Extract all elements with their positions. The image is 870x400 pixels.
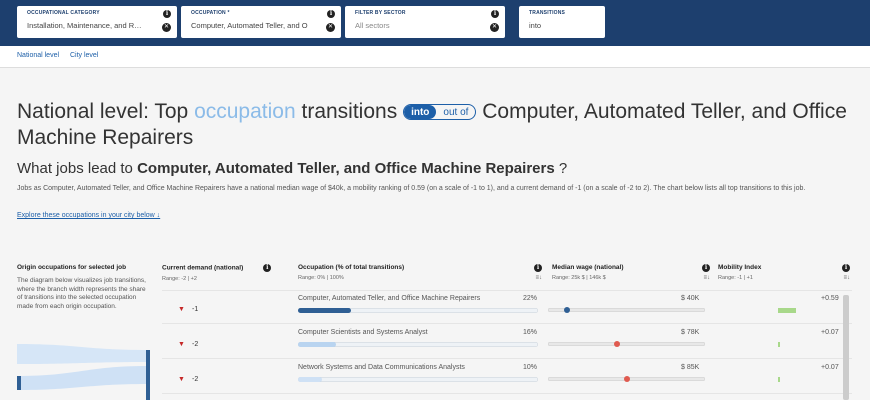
- category-filter-label: OCCUPATIONAL CATEGORY: [27, 10, 100, 16]
- mobility-value: +0.07: [821, 364, 839, 371]
- category-filter-value[interactable]: Installation, Maintenance, and Repa: [27, 21, 145, 30]
- mobility-value: +0.07: [821, 329, 839, 336]
- occupation-name[interactable]: Computer, Automated Teller, and Office M…: [298, 295, 480, 302]
- sankey-branch: [17, 344, 147, 364]
- wage-value: $ 78K: [681, 329, 700, 336]
- clear-icon[interactable]: ✕: [490, 23, 499, 32]
- mobility-column-title: Mobility Index: [718, 264, 762, 271]
- sector-filter-placeholder[interactable]: All sectors: [355, 21, 473, 30]
- occupation-name[interactable]: Network Systems and Data Communications …: [298, 364, 465, 371]
- wage-column-header: Median wage (national) i Range: 25k $ | 1…: [552, 264, 712, 281]
- transition-share: 10%: [523, 364, 538, 371]
- mobility-value: +0.59: [821, 295, 839, 302]
- info-icon[interactable]: i: [163, 10, 171, 18]
- sector-filter-label: FILTER BY SECTOR: [355, 10, 406, 16]
- occupation-column-range: Range: 0% | 100%: [298, 275, 344, 281]
- occupation-column-title: Occupation (% of total transitions): [298, 264, 405, 271]
- table-row[interactable]: ▼ -2 Computer Scientists and Systems Ana…: [162, 325, 852, 359]
- wage-bar: [548, 307, 705, 313]
- sankey-node: [17, 376, 21, 390]
- sort-icon[interactable]: ≡↓: [843, 275, 850, 281]
- transition-share: 22%: [523, 295, 538, 302]
- demand-down-icon: ▼: [178, 376, 185, 383]
- wage-value: $ 85K: [681, 364, 700, 371]
- transition-share: 16%: [523, 329, 538, 336]
- category-filter[interactable]: OCCUPATIONAL CATEGORY Installation, Main…: [17, 6, 177, 38]
- wage-marker: [614, 341, 621, 347]
- origin-panel: Origin occupations for selected job The …: [17, 264, 152, 311]
- share-bar: [298, 342, 538, 347]
- sankey-diagram: [17, 344, 150, 400]
- wage-column-title: Median wage (national): [552, 264, 624, 271]
- wage-marker: [623, 376, 630, 382]
- sort-icon[interactable]: ≡↓: [703, 275, 710, 281]
- origin-panel-text: The diagram below visualizes job transit…: [17, 277, 146, 310]
- demand-down-icon: ▼: [178, 341, 185, 348]
- share-bar-fill: [298, 308, 351, 313]
- share-bar-fill: [298, 377, 322, 382]
- mobility-bar: [778, 377, 781, 382]
- info-icon[interactable]: i: [263, 264, 272, 272]
- title-mid: transitions: [301, 100, 398, 123]
- wage-value: $ 40K: [681, 295, 700, 302]
- transitions-filter-value[interactable]: into: [529, 21, 599, 30]
- national-level-link[interactable]: National level: [17, 52, 59, 59]
- demand-column-header: Current demand (national) i Range: -2 | +…: [162, 264, 274, 282]
- demand-value: -2: [192, 376, 199, 383]
- transitions-filter-label: TRANSITIONS: [529, 10, 566, 16]
- page-title: National level: Top occupation transitio…: [17, 99, 857, 151]
- occupation-name[interactable]: Computer Scientists and Systems Analyst: [298, 329, 428, 336]
- sort-icon[interactable]: ≡↓: [535, 275, 542, 281]
- table-row[interactable]: ▼ -1 Computer, Automated Teller, and Off…: [162, 290, 852, 324]
- wage-column-range: Range: 25k $ | 146k $: [552, 275, 606, 281]
- wage-bar: [548, 376, 705, 382]
- clear-icon[interactable]: ✕: [326, 23, 335, 32]
- occupation-filter-value[interactable]: Computer, Automated Teller, and O: [191, 21, 309, 30]
- share-bar: [298, 308, 538, 313]
- transitions-filter[interactable]: TRANSITIONS into: [519, 6, 605, 38]
- table-row[interactable]: ▼ -2 Network Systems and Data Communicat…: [162, 360, 852, 394]
- direction-toggle[interactable]: into out of: [403, 104, 477, 120]
- clear-icon[interactable]: ✕: [162, 23, 171, 32]
- mobility-bar: [778, 308, 796, 313]
- sankey-node: [146, 350, 150, 400]
- level-nav: National level City level: [0, 46, 870, 68]
- demand-value: -2: [192, 341, 199, 348]
- filter-bar: OCCUPATIONAL CATEGORY Installation, Main…: [0, 0, 870, 46]
- title-highlight: occupation: [194, 100, 296, 123]
- wage-bar: [548, 341, 705, 347]
- origin-panel-title: Origin occupations for selected job: [17, 264, 127, 271]
- subheading-prefix: What jobs lead to: [17, 160, 133, 177]
- demand-value: -1: [192, 306, 199, 313]
- info-icon[interactable]: i: [534, 264, 542, 272]
- wage-marker: [563, 307, 570, 313]
- subheading-occupation: Computer, Automated Teller, and Office M…: [137, 160, 555, 177]
- mobility-column-header: Mobility Index i Range: -1 | +1 ≡↓: [718, 264, 852, 281]
- toggle-into[interactable]: into: [404, 105, 437, 119]
- explore-city-link[interactable]: Explore these occupations in your city b…: [17, 212, 160, 219]
- demand-column-range: Range: -2 | +2: [162, 276, 197, 282]
- scrollbar[interactable]: [843, 295, 849, 400]
- description: Jobs as Computer, Automated Teller, and …: [17, 185, 806, 192]
- share-bar-fill: [298, 342, 337, 347]
- occupation-column-header: Occupation (% of total transitions) i Ran…: [298, 264, 544, 281]
- info-icon[interactable]: i: [327, 10, 335, 18]
- sankey-branch: [17, 366, 147, 390]
- demand-down-icon: ▼: [178, 306, 185, 313]
- subheading: What jobs lead to Computer, Automated Te…: [17, 160, 567, 177]
- toggle-out-of[interactable]: out of: [436, 105, 475, 119]
- title-prefix: National level: Top: [17, 100, 189, 123]
- subheading-suffix: ?: [558, 160, 568, 177]
- city-level-link[interactable]: City level: [70, 52, 98, 59]
- share-bar: [298, 377, 538, 382]
- mobility-bar: [778, 342, 781, 347]
- occupation-filter[interactable]: OCCUPATION * Computer, Automated Teller,…: [181, 6, 341, 38]
- info-icon[interactable]: i: [702, 264, 710, 272]
- sector-filter[interactable]: FILTER BY SECTOR All sectors i ✕: [345, 6, 505, 38]
- info-icon[interactable]: i: [842, 264, 850, 272]
- mobility-column-range: Range: -1 | +1: [718, 275, 753, 281]
- demand-column-title: Current demand (national): [162, 264, 244, 272]
- info-icon[interactable]: i: [491, 10, 499, 18]
- occupation-filter-label: OCCUPATION *: [191, 10, 230, 16]
